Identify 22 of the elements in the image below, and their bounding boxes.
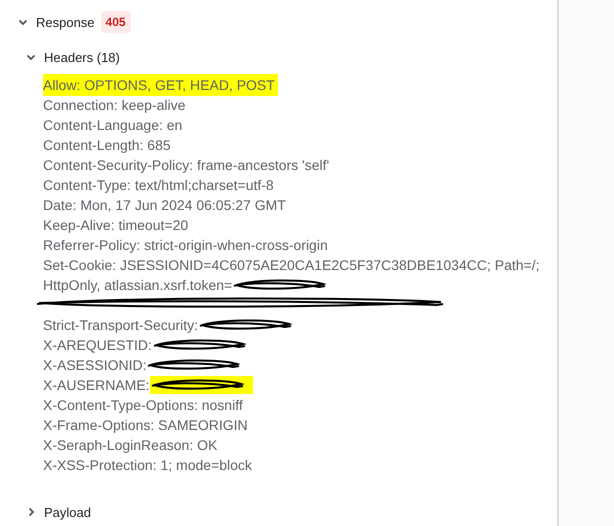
response-toggle[interactable]: Response: [18, 14, 95, 30]
header-line: X-Frame-Options: SAMEORIGIN: [43, 417, 248, 433]
header-line: X-Content-Type-Options: nosniff: [43, 397, 243, 413]
header-line: Content-Length: 685: [43, 137, 171, 153]
header-line: Date: Mon, 17 Jun 2024 06:05:27 GMT: [43, 197, 286, 213]
headers-toggle[interactable]: Headers (18): [26, 50, 120, 64]
header-line: Referrer-Policy: strict-origin-when-cross-origin: [43, 237, 328, 253]
header-line: X-XSS-Protection: 1; mode=block: [43, 457, 252, 473]
header-line: Set-Cookie: JSESSIONID=4C6075AE20CA1E2C5F37C38DBE1034CC; Path=/;: [43, 257, 540, 273]
header-line: X-ASESSIONID:: [43, 357, 146, 373]
status-badge: 405: [100, 11, 131, 33]
header-line: Content-Type: text/html;charset=utf-8: [43, 177, 274, 193]
header-line: X-Seraph-LoginReason: OK: [43, 437, 218, 453]
header-line: X-AUSERNAME:: [43, 377, 150, 393]
header-line: Content-Security-Policy: frame-ancestors 'self': [43, 157, 330, 173]
header-line: HttpOnly, atlassian.xsrf.token=: [43, 277, 232, 293]
header-line: Strict-Transport-Security:: [43, 317, 198, 333]
header-line: Keep-Alive: timeout=20: [43, 217, 188, 233]
payload-toggle[interactable]: Payload: [26, 504, 91, 520]
header-line: Connection: keep-alive: [43, 97, 186, 113]
header-line: Content-Language: en: [43, 117, 182, 133]
header-line: X-AREQUESTID:: [43, 337, 152, 353]
